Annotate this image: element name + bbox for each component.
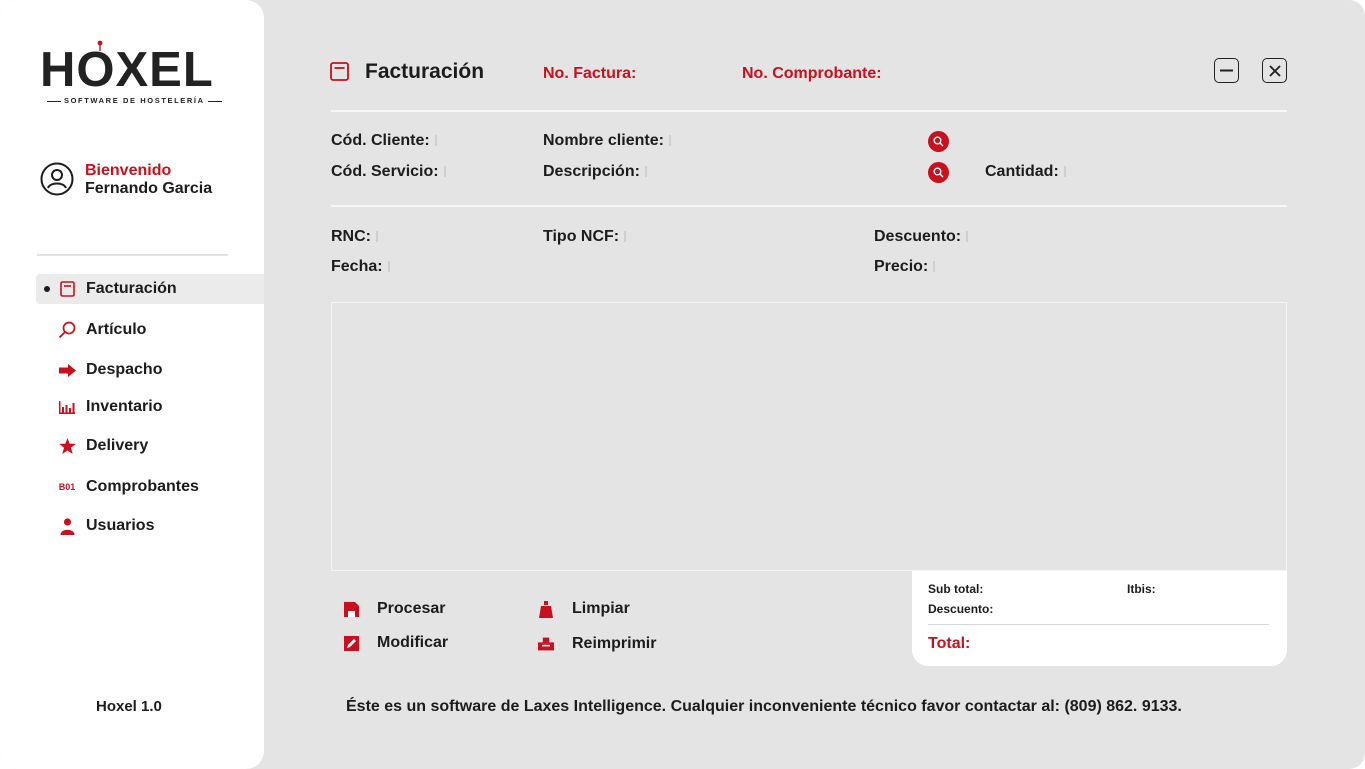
price-field[interactable]: Precio: <box>874 258 936 276</box>
sidebar-item-label: Delivery <box>86 437 149 454</box>
page-title: Facturación <box>365 60 485 83</box>
text-caret <box>668 135 671 146</box>
text-caret <box>966 231 969 242</box>
close-button[interactable] <box>1262 58 1287 83</box>
sidebar-item-label: Artículo <box>86 321 147 338</box>
eraser-icon <box>538 600 554 618</box>
sidebar-item-label: Facturación <box>86 280 177 297</box>
close-icon <box>1268 64 1281 77</box>
text-caret <box>933 261 936 272</box>
app-version: Hoxel 1.0 <box>96 698 162 715</box>
sidebar-item-label: Comprobantes <box>86 478 199 495</box>
invoice-number-label: No. Factura: <box>543 65 637 82</box>
save-icon <box>343 601 359 617</box>
invoice-icon <box>330 62 349 81</box>
ncf-type-field[interactable]: Tipo NCF: <box>543 228 627 246</box>
itbis-label: Itbis: <box>1127 582 1156 596</box>
star-icon <box>58 437 76 455</box>
text-caret <box>376 231 378 242</box>
active-indicator <box>44 286 50 292</box>
totals-panel: Sub total: Itbis: Descuento: Total: <box>912 571 1287 666</box>
total-label: Total: <box>928 635 971 652</box>
sidebar-item-comprobantes[interactable]: B01 Comprobantes <box>36 472 264 502</box>
header-divider <box>331 110 1287 112</box>
description-field[interactable]: Descripción: <box>543 163 647 181</box>
app-window: HOXEL SOFTWARE DE HOSTELERÍA Bienvenido … <box>0 0 1365 769</box>
bar-chart-icon <box>58 398 76 416</box>
printer-icon <box>538 636 554 652</box>
form-divider <box>331 205 1287 207</box>
client-name-label: Nombre cliente: <box>543 132 664 149</box>
user-icon <box>58 517 76 535</box>
process-label: Procesar <box>377 600 446 617</box>
service-search-button[interactable] <box>928 162 949 183</box>
price-label: Precio: <box>874 258 929 275</box>
date-field[interactable]: Fecha: <box>331 258 390 276</box>
search-icon <box>933 136 944 147</box>
reprint-label: Reimprimir <box>572 635 657 652</box>
sidebar-item-label: Usuarios <box>86 517 155 534</box>
sidebar-item-inventario[interactable]: Inventario <box>36 392 264 422</box>
text-caret <box>387 261 390 272</box>
text-caret <box>644 166 647 177</box>
sidebar-item-delivery[interactable]: Delivery <box>36 431 264 461</box>
quantity-label: Cantidad: <box>985 163 1059 180</box>
sidebar-item-despacho[interactable]: Despacho <box>36 355 264 385</box>
reprint-button[interactable]: Reimprimir <box>538 635 656 653</box>
user-circle-icon <box>40 162 74 196</box>
totals-divider <box>928 624 1269 626</box>
clear-label: Limpiar <box>572 600 630 617</box>
client-name-field[interactable]: Nombre cliente: <box>543 132 671 150</box>
subtotal-label: Sub total: <box>928 582 984 596</box>
sidebar-item-label: Despacho <box>86 361 163 378</box>
minimize-icon <box>1220 69 1233 72</box>
totals-discount-label: Descuento: <box>928 602 994 616</box>
arrow-right-icon <box>58 361 76 379</box>
b01-icon: B01 <box>58 482 76 492</box>
sidebar-item-articulo[interactable]: Artículo <box>36 315 264 345</box>
sidebar-divider <box>37 254 228 256</box>
sidebar-item-facturacion[interactable]: Facturación <box>36 274 264 304</box>
edit-icon <box>343 635 359 651</box>
clear-button[interactable]: Limpiar <box>538 600 630 618</box>
welcome-greeting: Bienvenido <box>85 162 172 179</box>
text-caret <box>443 166 446 177</box>
text-caret <box>624 231 627 242</box>
logo-tagline: SOFTWARE DE HOSTELERÍA <box>44 96 222 105</box>
sidebar-item-label: Inventario <box>86 398 163 415</box>
discount-label: Descuento: <box>874 228 962 245</box>
service-code-label: Cód. Servicio: <box>331 163 439 180</box>
discount-field[interactable]: Descuento: <box>874 228 969 246</box>
rnc-field[interactable]: RNC: <box>331 228 378 246</box>
invoice-items-table[interactable] <box>331 302 1287 571</box>
date-label: Fecha: <box>331 258 383 275</box>
sidebar-item-usuarios[interactable]: Usuarios <box>36 511 264 541</box>
search-tool-icon <box>58 321 76 339</box>
search-icon <box>933 167 944 178</box>
client-search-button[interactable] <box>928 131 949 152</box>
ncf-type-label: Tipo NCF: <box>543 228 620 245</box>
client-code-field[interactable]: Cód. Cliente: <box>331 132 437 150</box>
client-code-label: Cód. Cliente: <box>331 132 430 149</box>
user-name: Fernando Garcia <box>85 180 213 197</box>
hoxel-logo: HOXEL SOFTWARE DE HOSTELERÍA <box>40 40 224 110</box>
description-label: Descripción: <box>543 163 640 180</box>
voucher-number-label: No. Comprobante: <box>742 65 882 82</box>
service-code-field[interactable]: Cód. Servicio: <box>331 163 446 181</box>
minimize-button[interactable] <box>1214 58 1239 83</box>
process-button[interactable]: Procesar <box>343 600 446 618</box>
quantity-field[interactable]: Cantidad: <box>985 163 1066 181</box>
invoice-icon <box>58 280 76 298</box>
rnc-label: RNC: <box>331 228 371 245</box>
support-footer: Éste es un software de Laxes Intelligenc… <box>346 698 1182 715</box>
modify-label: Modificar <box>377 634 449 651</box>
sidebar: HOXEL SOFTWARE DE HOSTELERÍA Bienvenido … <box>0 0 264 769</box>
modify-button[interactable]: Modificar <box>343 634 448 652</box>
text-caret <box>1063 166 1066 177</box>
logo-wordmark: HOXEL <box>40 43 214 97</box>
text-caret <box>434 135 437 146</box>
